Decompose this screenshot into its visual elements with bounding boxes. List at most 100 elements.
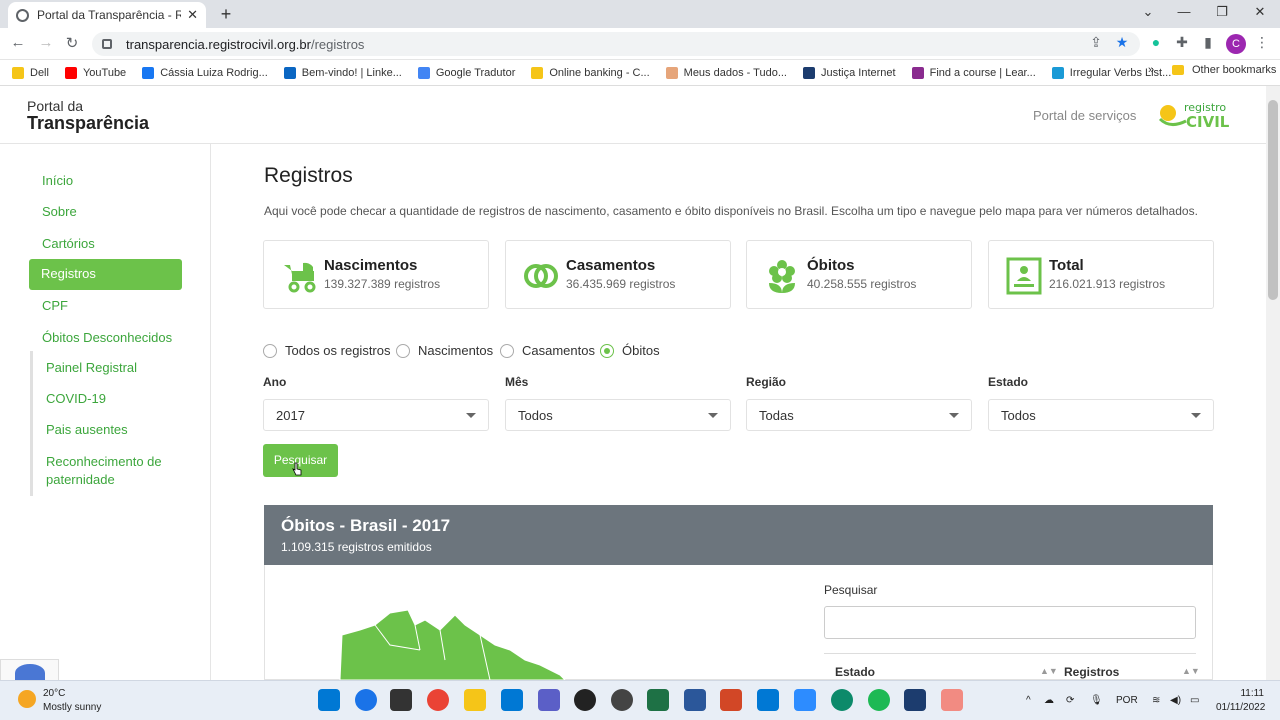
- maximize-icon[interactable]: ❐: [1210, 4, 1234, 20]
- browser-tab[interactable]: Portal da Transparência - Registro ✕: [8, 2, 206, 28]
- sort-icon[interactable]: ▲▼: [1040, 666, 1058, 676]
- weather-temperature[interactable]: 20°C: [43, 688, 65, 699]
- language-indicator[interactable]: POR: [1116, 695, 1138, 706]
- sidebar-subitem-covid[interactable]: COVID-19: [46, 390, 176, 408]
- app-icon[interactable]: [757, 689, 779, 711]
- word-icon[interactable]: [684, 689, 706, 711]
- bookmark-item[interactable]: Cássia Luiza Rodrig...: [142, 66, 268, 79]
- wifi-icon[interactable]: ≋: [1152, 695, 1160, 706]
- sidebar-item-cpf[interactable]: CPF: [42, 298, 68, 313]
- bookmark-item[interactable]: Meus dados - Tudo...: [665, 66, 787, 79]
- select-estado[interactable]: Todos: [988, 399, 1214, 431]
- address-bar[interactable]: transparencia.registrocivil.org.br/regis…: [92, 32, 1140, 56]
- weather-status[interactable]: Mostly sunny: [43, 702, 101, 713]
- forward-icon[interactable]: →: [36, 34, 56, 51]
- battery-icon[interactable]: ▭: [1190, 695, 1199, 706]
- volume-icon[interactable]: ◀): [1170, 695, 1181, 706]
- radio-casamentos[interactable]: Casamentos: [500, 343, 595, 358]
- bookmark-item[interactable]: YouTube: [64, 66, 126, 79]
- bookmark-item[interactable]: Justiça Internet: [803, 66, 896, 79]
- sidepanel-icon[interactable]: ▮: [1198, 34, 1218, 51]
- app-icon[interactable]: [941, 689, 963, 711]
- app-icon[interactable]: [904, 689, 926, 711]
- services-link[interactable]: Portal de serviços: [1033, 108, 1136, 123]
- spotify-icon[interactable]: [868, 689, 890, 711]
- sidebar-item-sobre[interactable]: Sobre: [42, 204, 77, 219]
- select-mes[interactable]: Todos: [505, 399, 731, 431]
- radio-obitos[interactable]: Óbitos: [600, 343, 660, 358]
- file-explorer-icon[interactable]: [464, 689, 486, 711]
- app-icon[interactable]: [574, 689, 596, 711]
- bookmark-item[interactable]: Dell: [12, 66, 49, 79]
- scrollbar-thumb[interactable]: [1268, 100, 1278, 300]
- column-header-estado[interactable]: Estado: [835, 665, 875, 679]
- table-search-input[interactable]: [824, 606, 1196, 639]
- share-icon[interactable]: ⇪: [1086, 34, 1106, 51]
- powerpoint-icon[interactable]: [720, 689, 742, 711]
- app-icon[interactable]: [611, 689, 633, 711]
- edge-icon[interactable]: [831, 689, 853, 711]
- bookmark-item[interactable]: Google Tradutor: [417, 66, 515, 79]
- sidebar-item-registros[interactable]: Registros: [29, 259, 182, 290]
- task-view-icon[interactable]: [390, 689, 412, 711]
- card-total[interactable]: Total 216.021.913 registros: [988, 240, 1214, 309]
- new-tab-button[interactable]: +: [216, 4, 236, 25]
- grammarly-icon[interactable]: ●: [1146, 34, 1166, 50]
- minimize-icon[interactable]: —: [1172, 4, 1196, 19]
- star-icon[interactable]: ★: [1112, 34, 1132, 51]
- card-obitos[interactable]: Óbitos 40.258.555 registros: [746, 240, 972, 309]
- tab-search-icon[interactable]: ⌄: [1136, 4, 1160, 20]
- menu-icon[interactable]: ⋮: [1252, 34, 1272, 51]
- microphone-icon[interactable]: 🎙: [1090, 695, 1103, 706]
- zoom-icon[interactable]: [794, 689, 816, 711]
- excel-icon[interactable]: [647, 689, 669, 711]
- profile-avatar[interactable]: C: [1226, 34, 1246, 54]
- bookmarks-overflow-icon[interactable]: »: [1148, 64, 1154, 76]
- card-nascimentos[interactable]: Nascimentos 139.327.389 registros: [263, 240, 489, 309]
- clock[interactable]: 11:11 01/11/2022: [1216, 687, 1265, 715]
- card-casamentos[interactable]: Casamentos 36.435.969 registros: [505, 240, 731, 309]
- clock-time: 11:11: [1240, 688, 1264, 699]
- registro-civil-logo[interactable]: registro CIVIL: [1156, 99, 1242, 131]
- sidebar-subitem-pais-ausentes[interactable]: Pais ausentes: [46, 421, 176, 439]
- recaptcha-badge[interactable]: [0, 659, 59, 682]
- mail-icon[interactable]: [501, 689, 523, 711]
- sidebar-item-cartorios[interactable]: Cartórios: [42, 236, 95, 251]
- bookmark-item[interactable]: Online banking - C...: [531, 66, 650, 79]
- radio-circle[interactable]: [396, 343, 410, 358]
- tray-chevron-icon[interactable]: ^: [1026, 695, 1031, 706]
- bookmark-item[interactable]: Bem-vindo! | Linke...: [283, 66, 402, 79]
- brand-line1[interactable]: Portal da: [27, 98, 83, 114]
- select-ano[interactable]: 2017: [263, 399, 489, 431]
- cloud-icon[interactable]: ☁: [1044, 695, 1054, 706]
- other-bookmarks[interactable]: Other bookmarks: [1172, 64, 1276, 76]
- sort-icon[interactable]: ▲▼: [1182, 666, 1200, 676]
- sidebar-subitem-painel[interactable]: Painel Registral: [46, 359, 176, 377]
- bookmark-label: Find a course | Lear...: [929, 66, 1036, 79]
- column-header-registros[interactable]: Registros: [1064, 665, 1119, 679]
- sidebar-subitem-paternidade[interactable]: Reconhecimento de paternidade: [46, 453, 176, 489]
- app-icon[interactable]: [538, 689, 560, 711]
- radio-circle[interactable]: [263, 343, 277, 358]
- bookmark-item[interactable]: Find a course | Lear...: [911, 66, 1036, 79]
- search-icon[interactable]: [355, 689, 377, 711]
- extensions-icon[interactable]: ✚: [1172, 34, 1192, 51]
- radio-todos[interactable]: Todos os registros: [263, 343, 391, 358]
- brand-line2[interactable]: Transparência: [27, 113, 149, 134]
- sidebar-item-obitos-desconhecidos[interactable]: Óbitos Desconhecidos: [42, 330, 172, 345]
- brazil-map[interactable]: [330, 605, 570, 680]
- windows-start-icon[interactable]: [318, 689, 340, 711]
- chrome-icon[interactable]: [427, 689, 449, 711]
- reload-icon[interactable]: ↻: [62, 34, 82, 52]
- window-close-icon[interactable]: ✕: [1248, 4, 1272, 20]
- radio-circle-selected[interactable]: [600, 343, 614, 358]
- back-icon[interactable]: ←: [8, 34, 28, 51]
- sidebar-item-inicio[interactable]: Início: [42, 173, 73, 188]
- card-value: 216.021.913 registros: [1049, 277, 1166, 291]
- select-regiao[interactable]: Todas: [746, 399, 972, 431]
- sun-icon[interactable]: [18, 690, 36, 708]
- radio-circle[interactable]: [500, 343, 514, 358]
- radio-nascimentos[interactable]: Nascimentos: [396, 343, 493, 358]
- tab-close-icon[interactable]: ✕: [187, 7, 198, 23]
- sync-icon[interactable]: ⟳: [1066, 695, 1074, 706]
